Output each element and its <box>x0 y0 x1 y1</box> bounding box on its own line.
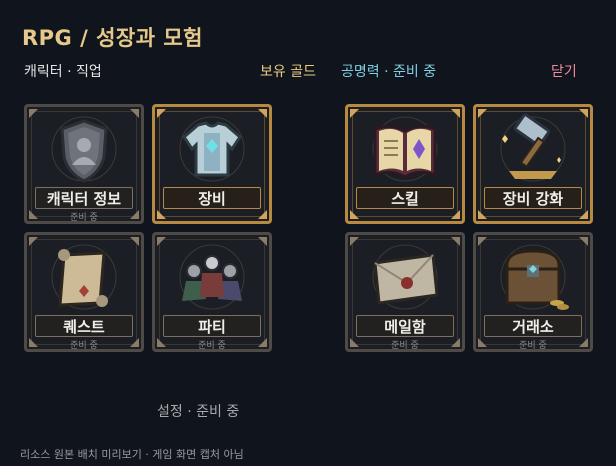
card-label: 스킬 <box>356 187 454 209</box>
card-label: 거래소 <box>484 315 582 337</box>
card-label: 캐릭터 정보 <box>35 187 133 209</box>
card-label: 파티 <box>163 315 261 337</box>
card-status: 준비 중 <box>70 341 98 351</box>
card-status: 준비 중 <box>70 213 98 223</box>
card-label: 장비 <box>163 187 261 209</box>
card-label: 메일함 <box>356 315 454 337</box>
settings-label[interactable]: 설정 · 준비 중 <box>157 401 239 421</box>
armor-icon <box>179 116 245 182</box>
card-label: 장비 강화 <box>484 187 582 209</box>
close-button[interactable]: 닫기 <box>551 61 577 81</box>
character-shield-icon <box>51 116 117 183</box>
card-skill[interactable]: 스킬 <box>345 104 465 224</box>
card-party[interactable]: 파티 준비 중 <box>152 232 272 352</box>
card-status: 준비 중 <box>391 341 419 351</box>
mail-envelope-icon <box>372 244 439 310</box>
footer-note: 리소스 원본 배치 미리보기 · 게임 화면 캡처 아님 <box>20 448 244 461</box>
card-exchange[interactable]: 거래소 준비 중 <box>473 232 593 352</box>
treasure-chest-icon <box>500 244 569 310</box>
gold-label: 보유 골드 <box>260 64 316 80</box>
card-label: 퀘스트 <box>35 315 133 337</box>
spellbook-icon <box>372 116 438 182</box>
fame-label: 공명력 · 준비 중 <box>341 64 437 80</box>
card-character-info[interactable]: 캐릭터 정보 준비 중 <box>24 104 144 224</box>
tab-character-job[interactable]: 캐릭터 · 직업 <box>24 61 102 81</box>
card-equipment-upgrade[interactable]: 장비 강화 <box>473 104 593 224</box>
page-title: RPG / 성장과 모험 <box>22 26 204 50</box>
card-equipment[interactable]: 장비 <box>152 104 272 224</box>
card-mailbox[interactable]: 메일함 준비 중 <box>345 232 465 352</box>
card-status: 준비 중 <box>198 341 226 351</box>
card-status: 준비 중 <box>519 341 547 351</box>
forge-hammer-icon <box>500 113 566 182</box>
party-icon <box>179 244 245 310</box>
quest-scroll-icon <box>51 244 117 310</box>
card-quest[interactable]: 퀘스트 준비 중 <box>24 232 144 352</box>
